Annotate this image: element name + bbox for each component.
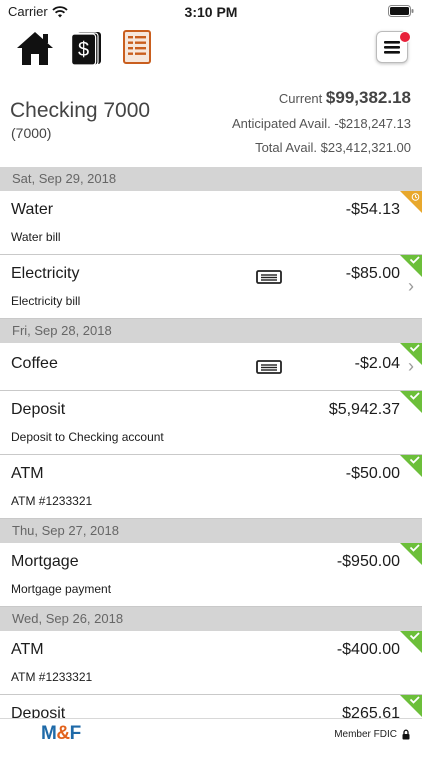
pending-clock-flag-icon [400, 191, 422, 213]
brand-logo: M&F [41, 723, 81, 744]
transaction-name: Deposit [11, 401, 66, 418]
transaction-amount: $5,942.37 [328, 401, 400, 418]
transaction-name: ATM [11, 465, 44, 482]
date-header: Wed, Sep 26, 2018 [0, 607, 422, 631]
fdic-notice: Member FDIC [334, 729, 410, 740]
transaction-name: ATM [11, 641, 44, 658]
transaction-row[interactable]: Coffee -$2.04 › [0, 343, 422, 391]
transaction-amount: -$54.13 [345, 201, 400, 218]
status-bar: Carrier 3:10 PM [0, 0, 422, 22]
total-balance: Total Avail. $23,412,321.00 [255, 140, 411, 155]
footer: M&F Member FDIC [0, 718, 422, 750]
cleared-check-flag-icon [400, 631, 422, 653]
transaction-name: Electricity [11, 265, 80, 282]
transaction-row[interactable]: Deposit Deposit to Checking account $5,9… [0, 391, 422, 455]
battery-icon [388, 5, 414, 17]
cleared-check-flag-icon [400, 543, 422, 565]
transaction-memo: Mortgage payment [11, 582, 112, 596]
date-header: Fri, Sep 28, 2018 [0, 319, 422, 343]
cleared-check-flag-icon [400, 695, 422, 717]
transaction-name: Coffee [11, 355, 58, 372]
ledger-icon[interactable] [123, 30, 151, 64]
notification-badge [399, 31, 411, 43]
total-balance-value: $23,412,321.00 [320, 140, 411, 155]
cleared-check-flag-icon [400, 391, 422, 413]
transaction-amount: -$400.00 [336, 641, 400, 658]
transaction-list: Sat, Sep 29, 2018 Water Water bill -$54.… [0, 167, 422, 759]
account-name: Checking 7000 [10, 99, 151, 122]
transaction-amount: -$950.00 [336, 553, 400, 570]
fdic-label: Member FDIC [334, 729, 397, 740]
transaction-name: Mortgage [11, 553, 79, 570]
home-icon[interactable] [16, 30, 54, 66]
total-balance-label: Total Avail. [255, 140, 317, 155]
transaction-memo: ATM #1233321 [11, 494, 93, 508]
transaction-row[interactable]: ATM ATM #1233321 -$50.00 [0, 455, 422, 519]
transaction-memo: ATM #1233321 [11, 670, 93, 684]
cleared-check-flag-icon [400, 255, 422, 277]
top-nav: $ [0, 26, 422, 76]
current-balance-label: Current [278, 91, 323, 106]
anticipated-balance-label: Anticipated Avail. [231, 116, 331, 131]
transaction-memo: Water bill [11, 230, 61, 244]
transaction-amount: -$50.00 [345, 465, 400, 482]
transaction-row[interactable]: Mortgage Mortgage payment -$950.00 [0, 543, 422, 607]
transaction-row[interactable]: ATM ATM #1233321 -$400.00 [0, 631, 422, 695]
lock-icon [402, 729, 410, 740]
account-number: (7000) [11, 125, 52, 141]
receipt-icon[interactable] [256, 360, 282, 374]
chevron-right-icon: › [408, 356, 414, 376]
chevron-right-icon: › [408, 276, 414, 296]
transaction-name: Water [11, 201, 54, 218]
transaction-amount: -$85.00 [345, 265, 400, 282]
date-header: Sat, Sep 29, 2018 [0, 167, 422, 191]
anticipated-balance-value: -$218,247.13 [334, 116, 411, 131]
transaction-memo: Electricity bill [11, 294, 81, 308]
transaction-row[interactable]: Electricity Electricity bill -$85.00 › [0, 255, 422, 319]
anticipated-balance: Anticipated Avail. -$218,247.13 [232, 116, 411, 131]
svg-text:$: $ [78, 39, 89, 61]
transaction-amount: -$2.04 [354, 355, 400, 372]
cleared-check-flag-icon [400, 455, 422, 477]
current-balance-value: $99,382.18 [325, 88, 411, 107]
transaction-row[interactable]: Water Water bill -$54.13 [0, 191, 422, 255]
cash-icon[interactable]: $ [71, 30, 103, 66]
current-balance: Current $99,382.18 [279, 88, 411, 108]
clock: 3:10 PM [184, 4, 238, 20]
receipt-icon[interactable] [256, 270, 282, 284]
date-header: Thu, Sep 27, 2018 [0, 519, 422, 543]
transaction-memo: Deposit to Checking account [11, 430, 164, 444]
